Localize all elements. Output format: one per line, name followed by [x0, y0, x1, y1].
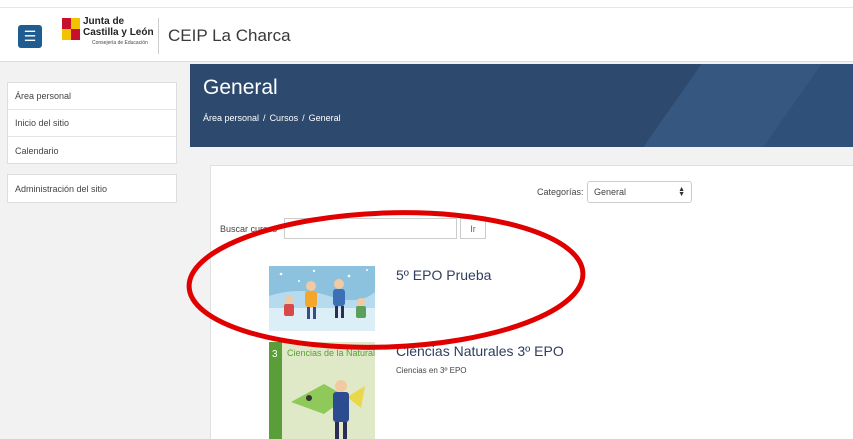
breadcrumb-general[interactable]: General [309, 113, 341, 123]
hamburger-menu-button[interactable]: ☰ [18, 25, 42, 48]
course-link-ciencias-naturales[interactable]: Ciencias Naturales 3º EPO [396, 343, 564, 359]
logo-line-1: Junta de [83, 16, 125, 27]
search-go-button[interactable]: Ir [460, 218, 486, 239]
category-select-value: General [594, 187, 627, 197]
winter-kids-illustration [269, 266, 375, 331]
site-title-link[interactable]: CEIP La Charca [168, 26, 291, 46]
course-summary: Ciencias en 3º EPO [396, 366, 467, 375]
sidebar-item-area-personal[interactable]: Área personal [8, 83, 176, 110]
top-navbar: ☰ Junta de Castilla y León Consejería de… [0, 0, 853, 62]
cover-title: Ciencias de la Naturaleza [287, 348, 375, 358]
select-arrows-icon: ▲ ▼ [678, 186, 685, 198]
breadcrumb-separator: / [302, 113, 305, 123]
admin-block: Administración del sitio [7, 174, 177, 203]
search-courses-input[interactable] [284, 218, 457, 239]
course-image-ciencias-naturales[interactable]: 3 Ciencias de la Naturaleza [269, 342, 375, 439]
breadcrumb-area-personal[interactable]: Área personal [203, 113, 259, 123]
breadcrumb-separator: / [263, 113, 266, 123]
course-link-5-epo-prueba[interactable]: 5º EPO Prueba [396, 267, 491, 283]
logo-divider [158, 18, 159, 54]
sidebar-item-administracion[interactable]: Administración del sitio [8, 175, 176, 202]
search-courses-label: Buscar cursos [220, 224, 278, 234]
breadcrumb-cursos[interactable]: Cursos [270, 113, 299, 123]
breadcrumb: Área personal / Cursos / General [203, 113, 341, 123]
cover-number: 3 [272, 349, 278, 360]
sidebar-item-inicio[interactable]: Inicio del sitio [8, 110, 176, 137]
category-select[interactable]: General ▲ ▼ [587, 181, 692, 203]
sidebar-item-calendario[interactable]: Calendario [8, 137, 176, 164]
navigation-block: Área personal Inicio del sitio Calendari… [7, 82, 177, 164]
browser-edge-line [0, 7, 853, 8]
category-label: Categorías: [537, 187, 584, 197]
castilla-leon-crest-icon [62, 18, 80, 40]
hamburger-icon: ☰ [23, 28, 37, 44]
page-title: General [203, 76, 278, 99]
course-image-5-epo[interactable] [269, 266, 375, 331]
site-logo[interactable]: Junta de Castilla y León Consejería de E… [62, 16, 154, 58]
logo-line-2: Castilla y León [83, 27, 154, 38]
page-header-banner: General Área personal / Cursos / General [190, 64, 853, 147]
science-book-cover: 3 Ciencias de la Naturaleza [269, 342, 375, 439]
logo-line-3: Consejería de Educación [92, 40, 148, 46]
